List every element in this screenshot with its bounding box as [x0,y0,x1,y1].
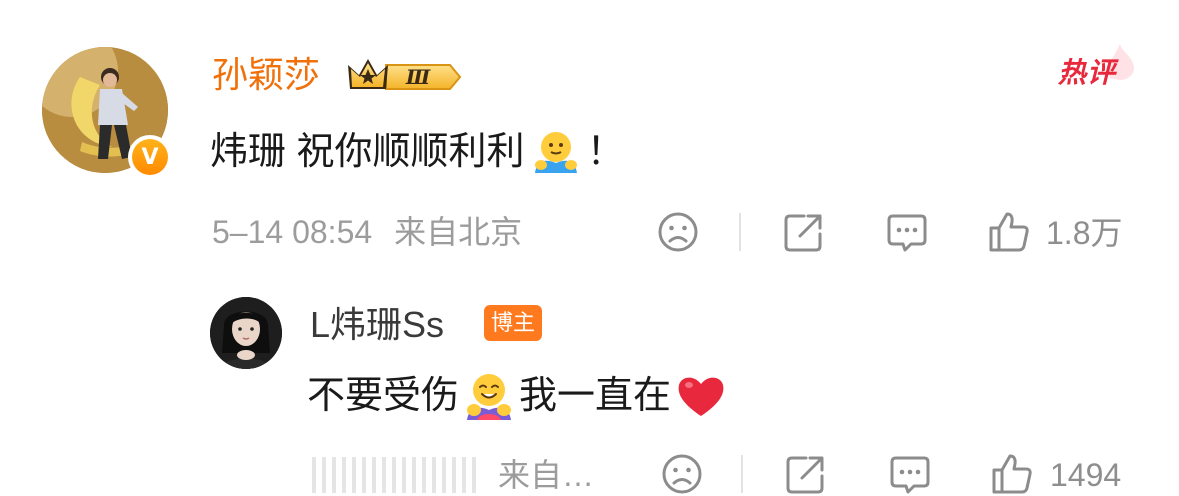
comment-timestamp: 5–14 08:54 [212,214,373,250]
comment-text: 炜珊 祝你顺顺利利 ！ [210,126,625,177]
share-icon[interactable] [782,210,826,254]
action-divider [739,213,741,251]
reply-like-count: 1494 [1050,457,1122,493]
sad-face-icon[interactable] [656,210,700,254]
hugging-face-emoji [467,373,512,420]
action-divider [741,455,743,493]
comment-meta: 5–14 08:54 来自北京 [212,212,522,252]
reply-text-part1: 不要受伤 [307,374,460,417]
hug-emoji [534,131,577,173]
reply-text-part2: 我一直在 [519,374,672,417]
commenter-username[interactable]: 孙颖莎 [212,55,320,95]
vip-crown-badge-icon[interactable]: Ⅲ [346,53,462,97]
comment-text-end: ！ [586,130,625,173]
hot-comment-tag: 热评 [1058,57,1117,88]
comment-location: 来自北京 [394,214,523,250]
thumbs-up-icon[interactable] [987,210,1031,254]
reply-avatar[interactable] [210,297,282,369]
sad-face-icon[interactable] [660,452,704,496]
share-icon[interactable] [784,452,828,496]
comment-icon[interactable] [885,210,929,254]
like-count: 1.8万 [1046,215,1123,251]
red-heart-emoji [678,377,724,416]
reply-username[interactable]: L炜珊Ss [310,304,444,346]
verified-badge-icon: V [128,135,172,179]
reply-text: 不要受伤 我一直在 [307,368,731,422]
comment-text-main: 炜珊 祝你顺顺利利 [210,130,525,173]
thumbs-up-icon[interactable] [990,452,1034,496]
svg-text:Ⅲ: Ⅲ [405,65,431,89]
reply-location: 来自… [498,457,595,493]
reply-timestamp-placeholder [312,457,484,493]
host-badge: 博主 [484,305,543,341]
comment-icon[interactable] [888,452,932,496]
